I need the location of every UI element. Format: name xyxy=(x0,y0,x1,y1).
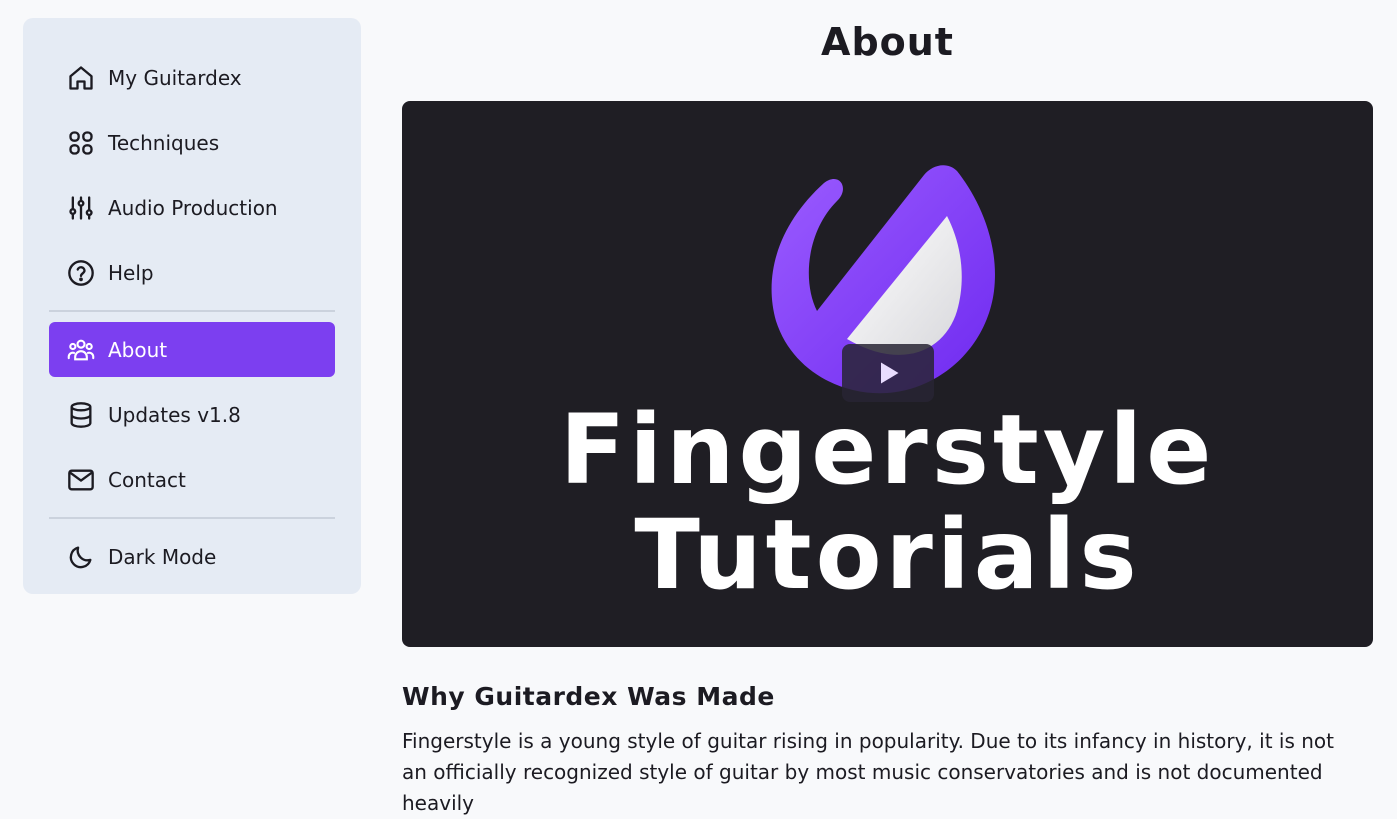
video-player[interactable]: Fingerstyle Tutorials xyxy=(402,101,1373,647)
body-paragraph: Fingerstyle is a young style of guitar r… xyxy=(402,729,1334,815)
video-title-line2: Tutorials xyxy=(634,499,1141,611)
sidebar-item-label: Updates v1.8 xyxy=(108,402,241,427)
main-content: About xyxy=(402,0,1373,80)
sidebar-item-label: Techniques xyxy=(108,130,220,155)
moon-icon xyxy=(67,543,95,571)
section-heading: Why Guitardex Was Made xyxy=(402,682,775,711)
play-icon xyxy=(881,362,899,384)
sidebar-item-label: Contact xyxy=(108,467,186,492)
sidebar-item-about[interactable]: About xyxy=(49,322,335,377)
mail-icon xyxy=(67,466,95,494)
sidebar-item-contact[interactable]: Contact xyxy=(49,452,335,507)
dark-mode-toggle[interactable]: Dark Mode xyxy=(49,529,335,584)
sidebar-item-label: Audio Production xyxy=(108,195,278,220)
sidebar: My Guitardex Techniques Audio Production… xyxy=(23,18,361,594)
sliders-icon xyxy=(67,194,95,222)
home-icon xyxy=(67,64,95,92)
sidebar-item-help[interactable]: Help xyxy=(49,245,335,300)
sidebar-item-updates[interactable]: Updates v1.8 xyxy=(49,387,335,442)
help-circle-icon xyxy=(67,259,95,287)
sidebar-item-techniques[interactable]: Techniques xyxy=(49,115,335,170)
page-title: About xyxy=(821,20,954,64)
sidebar-item-label: Help xyxy=(108,260,154,285)
sidebar-divider xyxy=(49,517,335,519)
sidebar-item-label: About xyxy=(108,337,168,362)
video-title-line1: Fingerstyle xyxy=(559,394,1216,506)
grid-icon xyxy=(67,129,95,157)
sidebar-divider xyxy=(49,310,335,312)
sidebar-item-label: My Guitardex xyxy=(108,65,242,90)
database-icon xyxy=(67,401,95,429)
sidebar-item-label: Dark Mode xyxy=(108,544,217,569)
sidebar-item-audio-production[interactable]: Audio Production xyxy=(49,180,335,235)
sidebar-item-my-guitardex[interactable]: My Guitardex xyxy=(49,50,335,105)
users-icon xyxy=(67,336,95,364)
